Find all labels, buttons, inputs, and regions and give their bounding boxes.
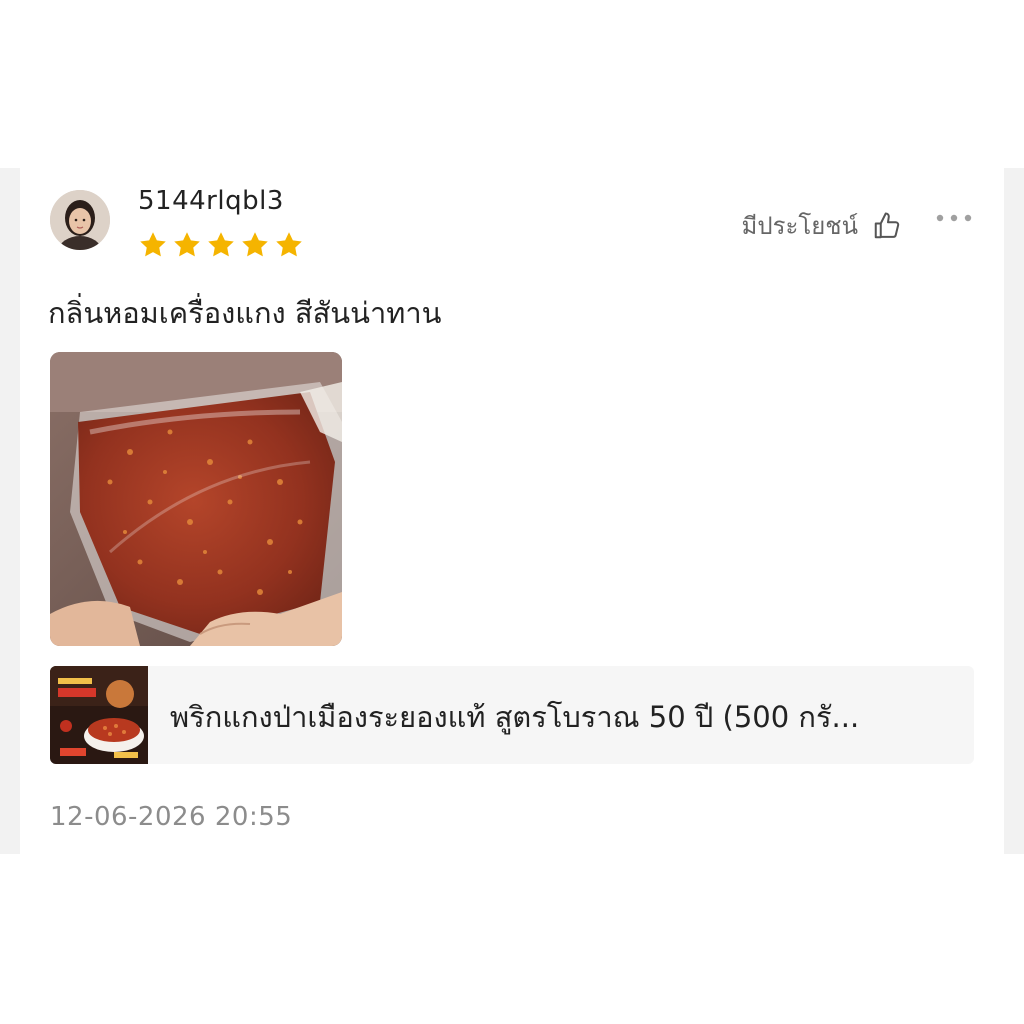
helpful-label: มีประโยชน์ [741,212,858,240]
reviewer-username: 5144rlqbl3 [138,186,284,216]
review-card: 5144rlqbl3 มีประโยชน์ กลิ่นหอมเครื่องแกง… [20,168,1004,854]
product-link[interactable]: พริกแกงป่าเมืองระยองแท้ สูตรโบราณ 50 ปี … [50,666,974,764]
star-icon [242,232,268,257]
rating-stars [138,230,304,264]
avatar-image [50,190,110,250]
more-options-icon[interactable] [934,208,974,228]
helpful-button[interactable]: มีประโยชน์ [742,206,902,245]
curry-paste-bag-image [50,352,342,646]
product-thumbnail [50,666,148,764]
star-icon [208,232,234,257]
review-text: กลิ่นหอมเครื่องแกง สีสันน่าทาน [48,296,442,330]
thumbs-up-icon [874,212,900,238]
star-icon [276,232,302,257]
star-icon [140,232,166,257]
review-photo[interactable] [50,352,342,646]
screenshot-frame: 5144rlqbl3 มีประโยชน์ กลิ่นหอมเครื่องแกง… [0,0,1024,1024]
product-name: พริกแกงป่าเมืองระยองแท้ สูตรโบราณ 50 ปี … [170,700,860,734]
reviewer-avatar[interactable] [50,190,110,250]
star-icon [174,232,200,257]
review-timestamp: 12-06-2026 20:55 [50,802,293,832]
